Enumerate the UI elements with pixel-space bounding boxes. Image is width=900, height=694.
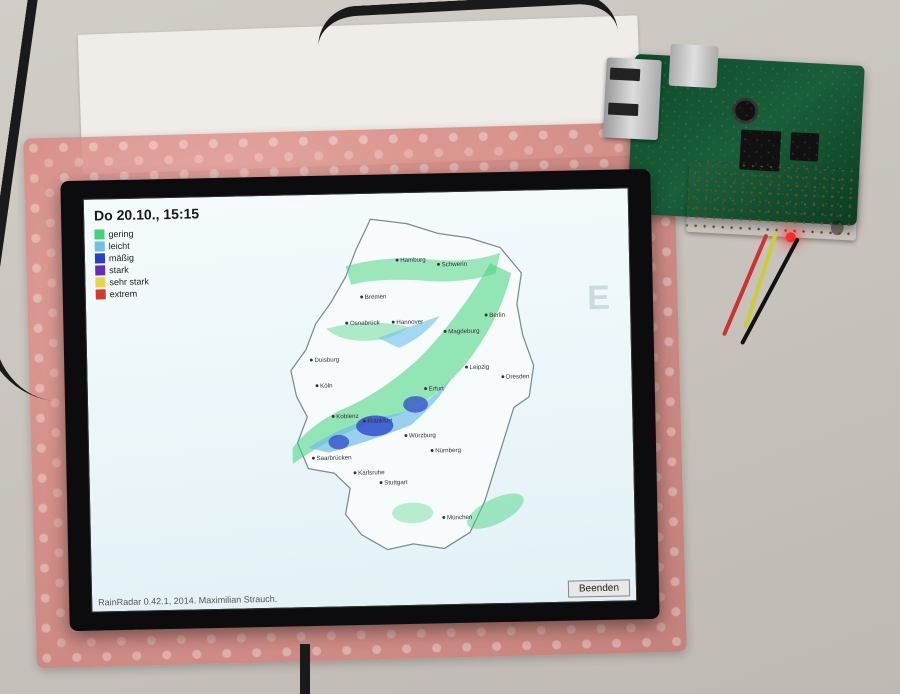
city-label: Nürnberg — [435, 447, 461, 455]
city-label: Leipzig — [470, 364, 490, 371]
city-label: Stuttgart — [384, 479, 408, 486]
legend-swatch — [96, 289, 106, 299]
city-label: Frankfurt — [367, 417, 392, 425]
legend-swatch — [95, 253, 105, 263]
audio-jack — [732, 97, 759, 124]
status-bar-text: RainRadar 0.42.1, 2014. Maximilian Strau… — [98, 594, 277, 608]
city-label: Hannover — [396, 319, 423, 327]
city-label: Duisburg — [314, 356, 339, 364]
city-label: Koblenz — [336, 413, 359, 420]
legend-label: sehr stark — [109, 276, 149, 287]
quit-button[interactable]: Beenden — [568, 579, 630, 597]
city-label: Bremen — [365, 293, 387, 300]
city-label: Würzburg — [409, 432, 437, 440]
desk-surface: Do 20.10., 15:15 gering leicht mäßig sta… — [0, 0, 900, 694]
legend-label: stark — [109, 265, 129, 275]
legend-item: gering — [94, 228, 148, 239]
rain-radar-map[interactable]: Hamburg Schwerin Bremen Hannover Osnabrück Ma… — [184, 199, 616, 580]
city-label: Karlsruhe — [358, 469, 385, 477]
city-label: München — [447, 514, 473, 522]
app-screen: Do 20.10., 15:15 gering leicht mäßig sta… — [83, 187, 638, 612]
city-label: Osnabrück — [350, 319, 381, 327]
ethernet-port — [669, 44, 719, 88]
legend-label: leicht — [109, 241, 130, 251]
city-label: Erfurt — [429, 385, 445, 392]
legend-item: stark — [95, 264, 149, 275]
germany-map-svg: Hamburg Schwerin Bremen Hannover Osnabrück Ma… — [184, 199, 616, 580]
chip — [790, 132, 819, 161]
legend: gering leicht mäßig stark sehr stark — [94, 228, 149, 301]
city-label: Hamburg — [400, 256, 426, 264]
legend-label: mäßig — [109, 253, 134, 264]
legend-swatch — [95, 277, 105, 287]
legend-swatch — [94, 229, 104, 239]
cable — [316, 0, 623, 158]
legend-item: sehr stark — [95, 276, 149, 287]
display-device: Do 20.10., 15:15 gering leicht mäßig sta… — [60, 169, 659, 631]
cable — [300, 644, 310, 694]
city-label: Dresden — [506, 373, 530, 380]
legend-swatch — [95, 241, 105, 251]
city-label: Berlin — [489, 312, 506, 319]
legend-swatch — [95, 265, 105, 275]
jumper-wires — [709, 228, 856, 375]
legend-item: leicht — [95, 240, 149, 251]
legend-label: extrem — [110, 289, 138, 300]
legend-label: gering — [108, 229, 133, 240]
legend-item: mäßig — [95, 252, 149, 263]
raspberry-pi-board — [614, 23, 887, 286]
city-label: Magdeburg — [448, 328, 480, 336]
legend-item: extrem — [96, 288, 150, 299]
city-label: Schwerin — [442, 261, 468, 269]
usb-ports — [603, 57, 662, 140]
city-label: Saarbrücken — [316, 454, 352, 462]
prototype-board — [686, 162, 859, 241]
city-label: Köln — [320, 382, 333, 389]
